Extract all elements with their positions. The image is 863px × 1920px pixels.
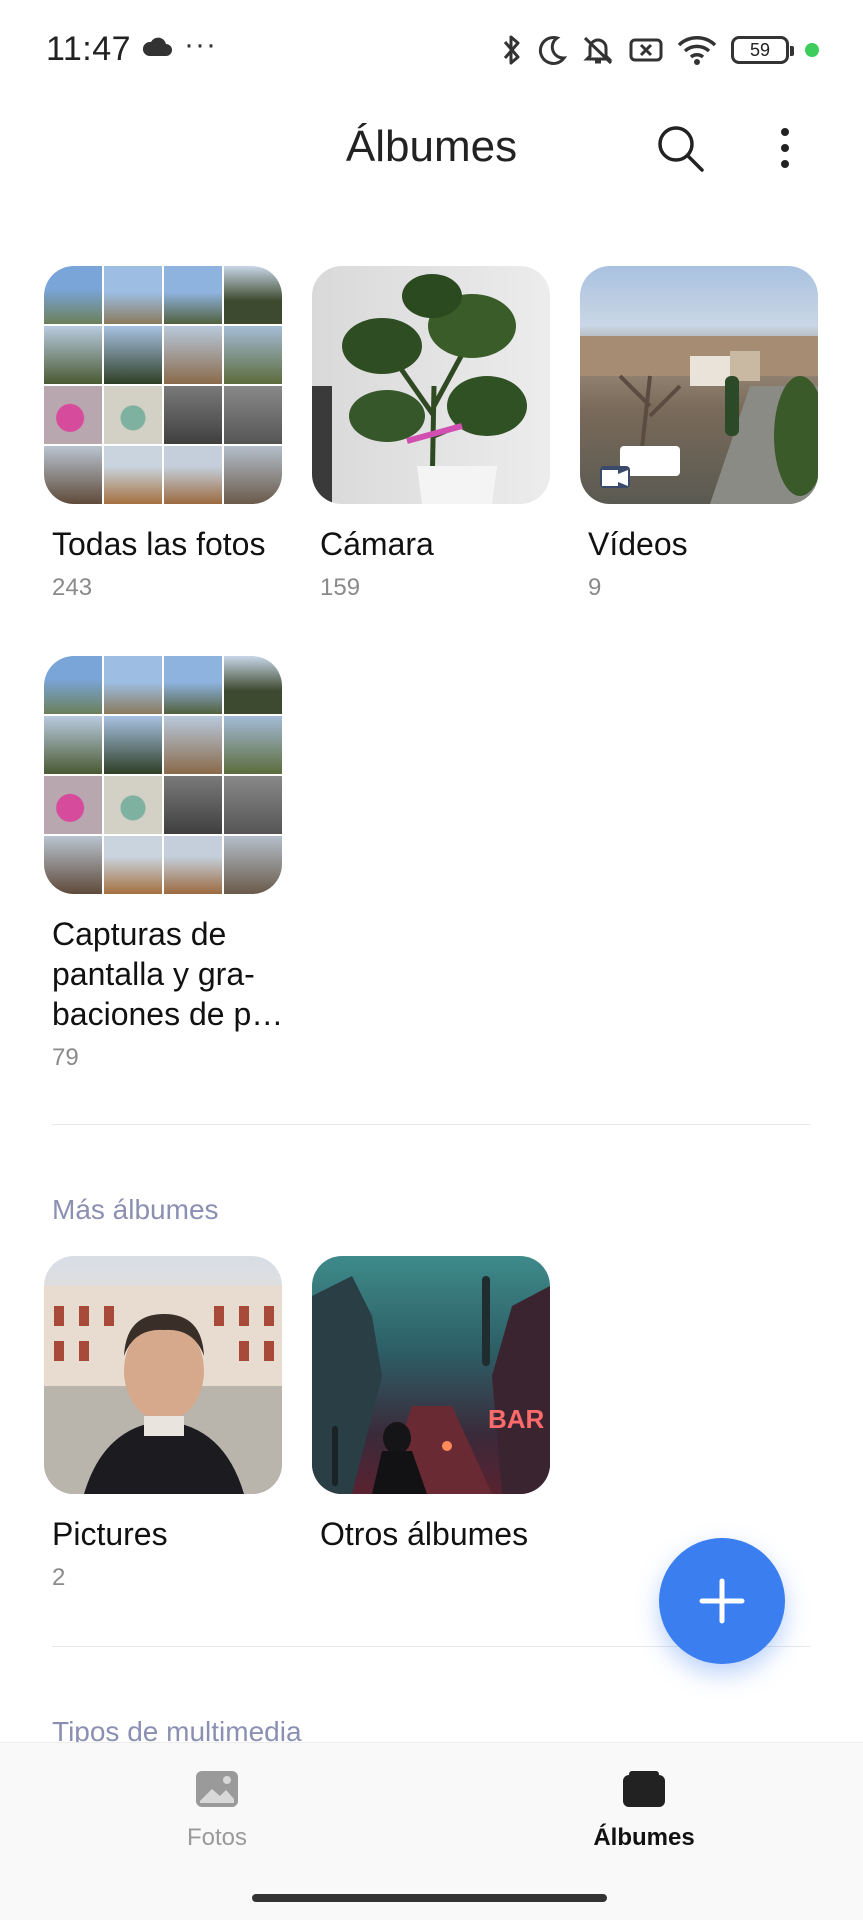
cloud-icon [142, 37, 172, 56]
dot [781, 160, 789, 168]
album-name-line: pantalla y gra- [52, 956, 255, 992]
desert-bar-image: BAR [312, 1276, 550, 1494]
album-name: Capturas de pantalla y gra- baciones de … [44, 914, 284, 1034]
album-folder-icon [623, 1771, 665, 1807]
status-more-dots: ··· [184, 28, 217, 61]
add-album-button[interactable] [659, 1538, 785, 1664]
album-thumbnail-collage [44, 656, 282, 894]
photo-icon [196, 1771, 238, 1807]
album-todas-las-fotos[interactable]: Todas las fotos 243 [44, 266, 284, 602]
status-time: 11:47 [46, 30, 132, 68]
album-count: 79 [52, 1044, 79, 1071]
album-count: 9 [588, 574, 602, 601]
street-image [580, 336, 818, 504]
album-camara[interactable]: Cámara 159 [312, 266, 552, 602]
album-thumbnail [312, 266, 550, 504]
album-pictures[interactable]: Pictures 2 [44, 1256, 284, 1592]
search-icon[interactable] [654, 122, 706, 174]
album-count: 243 [52, 574, 93, 601]
album-thumbnail [44, 1256, 282, 1494]
dot [781, 128, 789, 136]
plus-icon [699, 1578, 745, 1624]
section-divider [52, 1124, 810, 1125]
album-name: Otros álbumes [320, 1516, 529, 1552]
battery-icon: 59 [731, 36, 794, 64]
battery-level: 59 [749, 39, 771, 60]
album-count: 159 [320, 574, 361, 601]
album-name: Vídeos [588, 526, 688, 562]
bluetooth-icon [503, 35, 520, 65]
album-capturas[interactable]: Capturas de pantalla y gra- baciones de … [44, 656, 284, 1072]
page-title: Álbumes [345, 122, 518, 171]
sim-off-icon [629, 38, 663, 62]
nav-item-fotos[interactable]: Fotos [117, 1769, 317, 1852]
nav-label: Fotos [186, 1824, 248, 1851]
album-name-line: Capturas de [52, 916, 227, 952]
mute-icon [583, 36, 613, 65]
status-bar: 11:47 ··· 59 [0, 0, 863, 100]
album-thumbnail-collage [44, 266, 282, 504]
wifi-icon [677, 36, 717, 65]
album-count: 2 [52, 1564, 66, 1591]
privacy-dot-icon [805, 43, 819, 57]
section-label-more-albums: Más álbumes [52, 1194, 219, 1225]
album-name: Pictures [52, 1516, 168, 1552]
album-thumbnail: BAR [312, 1256, 550, 1494]
plant-image [312, 274, 527, 504]
neon-sign-logo: BAR [488, 1404, 545, 1434]
album-videos[interactable]: Vídeos 9 [580, 266, 820, 602]
nav-label: Álbumes [593, 1824, 695, 1851]
album-otros-albumes[interactable]: BAR Otros álbumes [312, 1256, 552, 1554]
album-name-line: baciones de p… [52, 996, 284, 1032]
nav-item-albumes[interactable]: Álbumes [544, 1769, 744, 1852]
moon-icon [538, 36, 567, 65]
dot [781, 144, 789, 152]
more-vert-icon[interactable] [770, 124, 800, 172]
album-thumbnail [580, 266, 818, 504]
home-indicator[interactable] [252, 1894, 607, 1902]
album-name: Todas las fotos [52, 526, 266, 562]
status-icons: 59 [501, 30, 819, 70]
album-name: Cámara [320, 526, 434, 562]
portrait-image [44, 1286, 282, 1494]
